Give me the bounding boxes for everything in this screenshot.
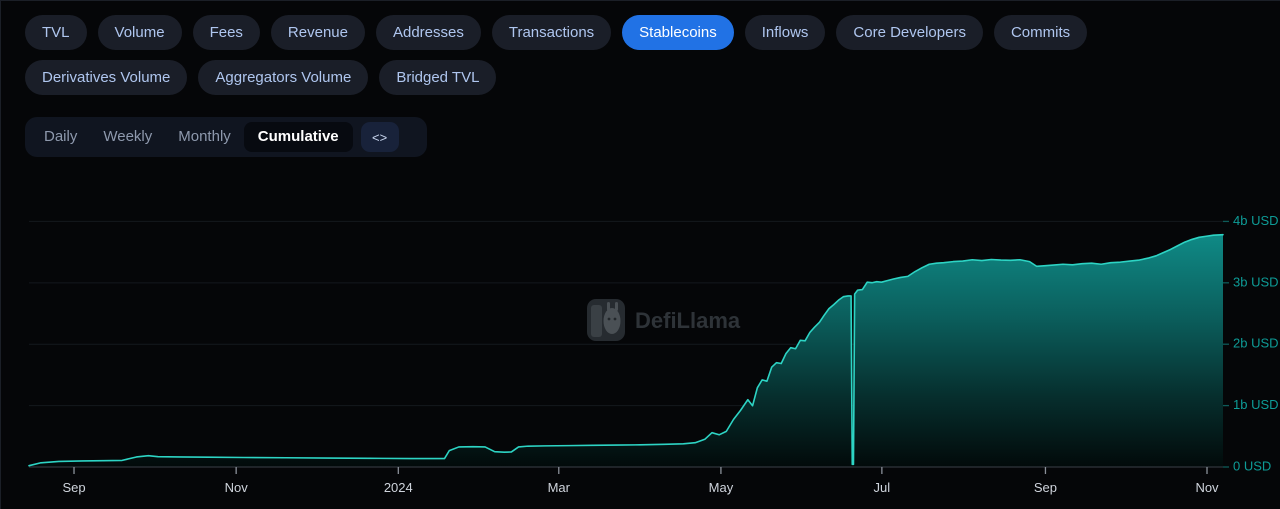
metric-tab-tvl[interactable]: TVL xyxy=(25,15,87,50)
y-axis-label: 3b USD xyxy=(1233,274,1279,289)
period-option-daily[interactable]: Daily xyxy=(31,122,90,152)
y-axis-label: 4b USD xyxy=(1233,213,1279,228)
stablecoins-area-chart[interactable]: DefiLlama 4b USD3b USD2b USD1b USD0 USD … xyxy=(1,181,1280,509)
metric-tab-inflows[interactable]: Inflows xyxy=(745,15,826,50)
x-axis-label: Jul xyxy=(874,480,891,495)
metric-tab-stablecoins[interactable]: Stablecoins xyxy=(622,15,734,50)
x-axis-label: Nov xyxy=(1195,480,1219,495)
x-axis: Sep Nov 2024 Mar May Jul Sep Nov xyxy=(62,467,1219,495)
metric-tab-transactions[interactable]: Transactions xyxy=(492,15,611,50)
metric-tab-volume[interactable]: Volume xyxy=(98,15,182,50)
llama-logo-icon xyxy=(587,299,625,341)
period-toggle-bar: DailyWeeklyMonthlyCumulative <> xyxy=(25,117,427,157)
period-option-weekly[interactable]: Weekly xyxy=(90,122,165,152)
x-axis-label: 2024 xyxy=(384,480,413,495)
y-axis-label: 2b USD xyxy=(1233,336,1279,351)
x-axis-label: Sep xyxy=(1034,480,1057,495)
metric-tabs: TVL Volume Fees Revenue Addresses Transaction… xyxy=(1,1,1181,95)
metric-tab-revenue[interactable]: Revenue xyxy=(271,15,365,50)
embed-code-button[interactable]: <> xyxy=(361,122,399,152)
period-option-monthly[interactable]: Monthly xyxy=(165,122,244,152)
x-axis-label: Sep xyxy=(62,480,85,495)
metric-tab-core-developers[interactable]: Core Developers xyxy=(836,15,983,50)
x-axis-label: Nov xyxy=(225,480,249,495)
metric-tab-addresses[interactable]: Addresses xyxy=(376,15,481,50)
y-axis-label: 0 USD xyxy=(1233,458,1271,473)
metric-tab-aggregators-volume[interactable]: Aggregators Volume xyxy=(198,60,368,95)
metric-tab-derivatives-volume[interactable]: Derivatives Volume xyxy=(25,60,187,95)
metric-tab-commits[interactable]: Commits xyxy=(994,15,1087,50)
y-axis-label: 1b USD xyxy=(1233,397,1279,412)
period-option-cumulative[interactable]: Cumulative xyxy=(244,122,353,152)
defillama-chart-panel: TVL Volume Fees Revenue Addresses Transaction… xyxy=(0,0,1280,509)
watermark-text: DefiLlama xyxy=(635,308,741,333)
metric-tab-fees[interactable]: Fees xyxy=(193,15,260,50)
x-axis-label: May xyxy=(709,480,734,495)
defillama-watermark: DefiLlama xyxy=(587,299,741,341)
chart-svg: DefiLlama 4b USD3b USD2b USD1b USD0 USD … xyxy=(1,181,1280,509)
metric-tab-bridged-tvl[interactable]: Bridged TVL xyxy=(379,60,496,95)
chart-area-fill xyxy=(29,235,1223,467)
y-axis: 4b USD 3b USD 2b USD 1b USD 0 USD xyxy=(1223,213,1279,474)
x-axis-label: Mar xyxy=(548,480,571,495)
